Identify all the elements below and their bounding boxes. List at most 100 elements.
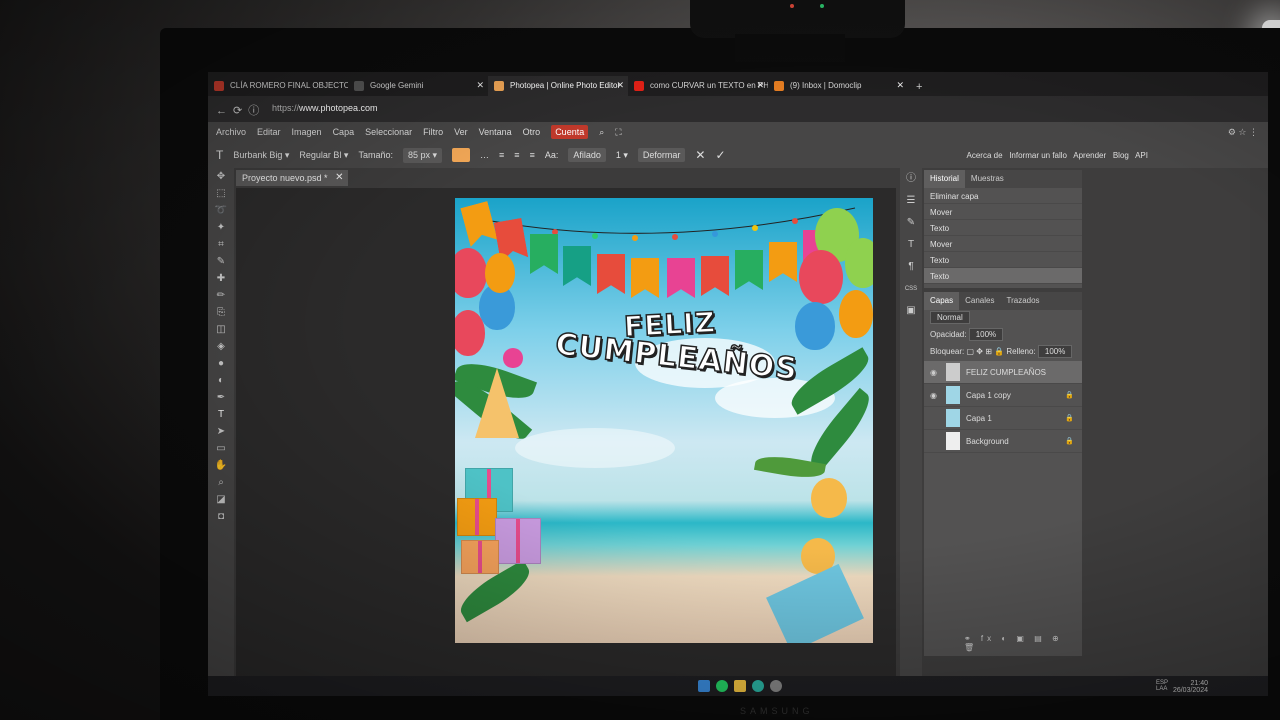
layer-row[interactable]: Capa 1 🔒: [924, 407, 1082, 430]
more-options-icon[interactable]: …: [480, 150, 489, 160]
link-report-bug[interactable]: Informar un fallo: [1009, 151, 1067, 160]
image-icon[interactable]: ▣: [900, 300, 922, 322]
link-learn[interactable]: Aprender: [1073, 151, 1106, 160]
browser-extension-icons[interactable]: ⚙ ☆ ⋮: [1228, 127, 1258, 138]
antialias-select[interactable]: Afilado: [568, 148, 606, 162]
layer-actions-bar[interactable]: ⚭ fx ◐ ▣ ▤ ⊕ 🗑: [964, 634, 1082, 652]
properties-icon[interactable]: ☰: [900, 190, 922, 212]
zoom-tool-icon[interactable]: ⌕: [208, 474, 234, 491]
search-icon[interactable]: ⌕: [599, 127, 604, 138]
eyedropper-tool-icon[interactable]: ✎: [208, 253, 234, 270]
blend-mode-select[interactable]: Normal: [930, 311, 970, 324]
path-select-tool-icon[interactable]: ➤: [208, 423, 234, 440]
marquee-tool-icon[interactable]: ⬚: [208, 185, 234, 202]
tab-trazados[interactable]: Trazados: [1000, 292, 1045, 310]
eraser-tool-icon[interactable]: ◫: [208, 321, 234, 338]
browser-tab[interactable]: como CURVAR un TEXTO en PHO ✕: [628, 76, 768, 96]
layer-row-selected[interactable]: ◉ FELIZ CUMPLEAÑOS: [924, 361, 1082, 384]
spacing-select[interactable]: 1 ▾: [616, 150, 628, 161]
whatsapp-icon[interactable]: [716, 680, 728, 692]
character-icon[interactable]: T: [900, 234, 922, 256]
tab-muestras[interactable]: Muestras: [965, 170, 1010, 188]
text-color-swatch[interactable]: [452, 148, 471, 162]
warp-text-button[interactable]: Deformar: [637, 148, 686, 162]
history-item-selected[interactable]: Texto: [924, 268, 1082, 284]
menu-capa[interactable]: Capa: [333, 127, 355, 137]
browser-tab[interactable]: CLÍA ROMERO FINAL OBJECTO: [208, 76, 348, 96]
nav-buttons[interactable]: ←⟳ⓘ: [216, 102, 265, 118]
info-icon[interactable]: ⓘ: [900, 168, 922, 190]
file-explorer-icon[interactable]: [734, 680, 746, 692]
browser-tab-active[interactable]: Photopea | Online Photo Editor ✕: [488, 76, 628, 96]
cancel-icon[interactable]: ✕: [695, 148, 705, 162]
history-item[interactable]: Eliminar capa: [924, 188, 1082, 204]
lasso-tool-icon[interactable]: ➰: [208, 202, 234, 219]
menu-ver[interactable]: Ver: [454, 127, 468, 137]
fullscreen-icon[interactable]: ⛶: [615, 127, 621, 138]
close-document-icon[interactable]: ✕: [335, 172, 343, 183]
magic-wand-tool-icon[interactable]: ✦: [208, 219, 234, 236]
layer-row[interactable]: Background 🔒: [924, 430, 1082, 453]
css-icon[interactable]: CSS: [900, 278, 922, 300]
font-size-input[interactable]: 85 px ▾: [402, 147, 443, 163]
history-item[interactable]: Texto: [924, 252, 1082, 268]
birthday-title-text[interactable]: FELIZ CUMPLEAÑOS: [553, 305, 800, 388]
pen-tool-icon[interactable]: ✒: [208, 389, 234, 406]
tab-canales[interactable]: Canales: [959, 292, 1000, 310]
microphone-icon[interactable]: [770, 680, 782, 692]
fill-input[interactable]: 100%: [1037, 345, 1073, 358]
browser-tab[interactable]: (9) Inbox | Domoclip ✕: [768, 76, 908, 96]
font-style-select[interactable]: Regular Bl ▾: [299, 150, 348, 161]
move-tool-icon[interactable]: ✥: [208, 168, 234, 185]
edge-browser-icon[interactable]: [752, 680, 764, 692]
link-api[interactable]: API: [1135, 151, 1148, 160]
opacity-input[interactable]: 100%: [968, 328, 1004, 341]
bucket-tool-icon[interactable]: ◈: [208, 338, 234, 355]
windows-start-icon[interactable]: [698, 680, 710, 692]
align-left-icon[interactable]: ≡: [499, 150, 504, 160]
align-center-icon[interactable]: ≡: [514, 150, 519, 160]
menu-filtro[interactable]: Filtro: [423, 127, 443, 137]
document-tab[interactable]: Proyecto nuevo.psd * ✕: [236, 170, 348, 186]
visibility-eye-icon[interactable]: ◉: [930, 391, 942, 400]
history-item[interactable]: Mover: [924, 204, 1082, 220]
menu-ventana[interactable]: Ventana: [479, 127, 512, 137]
close-tab-icon[interactable]: ✕: [896, 80, 904, 91]
tab-historial[interactable]: Historial: [924, 170, 965, 188]
layer-row[interactable]: ◉ Capa 1 copy 🔒: [924, 384, 1082, 407]
healing-tool-icon[interactable]: ✚: [208, 270, 234, 287]
account-button[interactable]: Cuenta: [551, 125, 589, 139]
close-tab-icon[interactable]: ✕: [616, 80, 624, 91]
quick-mask-icon[interactable]: ◘: [208, 508, 234, 525]
clock[interactable]: 21:40 26/03/2024: [1173, 680, 1208, 694]
browser-tab[interactable]: Google Gemini ✕: [348, 76, 488, 96]
brush-tool-icon[interactable]: ✏: [208, 287, 234, 304]
lock-icons[interactable]: ▢ ✥ ⊞ 🔒: [966, 347, 1004, 356]
menu-seleccionar[interactable]: Seleccionar: [365, 127, 412, 137]
clone-tool-icon[interactable]: ⎘: [208, 304, 234, 321]
brush-settings-icon[interactable]: ✎: [900, 212, 922, 234]
tab-capas[interactable]: Capas: [924, 292, 960, 310]
paragraph-icon[interactable]: ¶: [900, 256, 922, 278]
align-right-icon[interactable]: ≡: [530, 150, 535, 160]
close-tab-icon[interactable]: ✕: [756, 80, 764, 91]
url-field[interactable]: https://www.photopea.com: [272, 103, 378, 113]
history-item[interactable]: Mover: [924, 236, 1082, 252]
blur-tool-icon[interactable]: ●: [208, 355, 234, 372]
dodge-tool-icon[interactable]: ◐: [208, 372, 234, 389]
document-canvas[interactable]: FELIZ CUMPLEAÑOS: [455, 198, 873, 643]
type-tool-icon[interactable]: T: [208, 406, 234, 423]
font-family-select[interactable]: Burbank Big ▾: [233, 150, 289, 161]
history-item[interactable]: Texto: [924, 220, 1082, 236]
menu-otro[interactable]: Otro: [523, 127, 541, 137]
new-tab-button[interactable]: +: [908, 81, 922, 96]
close-tab-icon[interactable]: ✕: [476, 80, 484, 91]
input-language[interactable]: ESP LAA: [1156, 680, 1168, 692]
visibility-eye-icon[interactable]: ◉: [930, 368, 942, 377]
menu-archivo[interactable]: Archivo: [216, 127, 246, 137]
menu-editar[interactable]: Editar: [257, 127, 281, 137]
hand-tool-icon[interactable]: ✋: [208, 457, 234, 474]
link-blog[interactable]: Blog: [1113, 151, 1129, 160]
menu-imagen[interactable]: Imagen: [292, 127, 322, 137]
crop-tool-icon[interactable]: ⌗: [208, 236, 234, 253]
